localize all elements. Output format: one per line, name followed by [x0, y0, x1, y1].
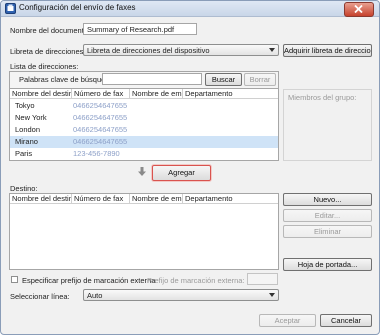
- row-name: Mirano: [15, 137, 38, 146]
- clear-button: Borrar: [244, 73, 276, 86]
- column-header-company-name[interactable]: Nombre de em...: [130, 194, 183, 204]
- column-header-department[interactable]: Departamento: [183, 194, 278, 204]
- prefix-checkbox-label: Especificar prefijo de marcación externa: [22, 276, 156, 285]
- address-row-paris[interactable]: Paris 123-456-7890: [10, 148, 278, 160]
- row-name: New York: [15, 113, 47, 122]
- column-header-company-name[interactable]: Nombre de em...: [130, 89, 183, 99]
- fax-app-icon: [5, 3, 16, 14]
- cover-sheet-button[interactable]: Hoja de portada...: [283, 258, 372, 271]
- prefix-checkbox[interactable]: [11, 276, 18, 283]
- search-input[interactable]: [102, 73, 202, 85]
- chevron-down-icon: [269, 48, 275, 52]
- prefix-field-label: Prefijo de marcación externa:: [147, 276, 245, 285]
- address-book-select[interactable]: Libreta de direcciones del dispositivo: [83, 44, 279, 56]
- line-selected: Auto: [87, 291, 103, 300]
- row-fax: 123-456-7890: [73, 149, 120, 158]
- delete-button: Eliminar: [283, 225, 372, 238]
- search-keyword-label: Palabras clave de búsqueda: [19, 75, 114, 84]
- accept-button: Aceptar: [259, 314, 316, 327]
- close-icon: [354, 5, 363, 13]
- line-label: Seleccionar línea:: [10, 292, 70, 301]
- document-name-label: Nombre del documento:: [10, 26, 91, 35]
- add-button[interactable]: Agregar: [152, 165, 211, 181]
- close-button[interactable]: [344, 2, 374, 17]
- column-header-destination-name[interactable]: Nombre del destino: [10, 194, 72, 204]
- group-members-box: Miembros del grupo:: [283, 89, 372, 161]
- chevron-down-icon: [269, 293, 275, 297]
- address-row-tokyo[interactable]: Tokyo 0466254647655: [10, 100, 278, 112]
- row-fax: 0466254647655: [73, 113, 128, 122]
- destination-label: Destino:: [10, 184, 38, 193]
- destination-table: Nombre del destino Número de fax Nombre …: [9, 193, 279, 270]
- get-address-book-button[interactable]: Adquirir libreta de direcciones: [283, 44, 372, 57]
- down-arrow-icon: [138, 167, 146, 176]
- line-select[interactable]: Auto: [83, 289, 279, 301]
- address-row-new-york[interactable]: New York 0466254647655: [10, 112, 278, 124]
- row-name: London: [15, 125, 41, 134]
- title-bar: Configuración del envío de faxes: [1, 1, 379, 17]
- address-row-london[interactable]: London 0466254647655: [10, 124, 278, 136]
- new-button[interactable]: Nuevo...: [283, 193, 372, 206]
- fax-settings-dialog: Configuración del envío de faxes Nombre …: [0, 0, 380, 335]
- address-row-mirano[interactable]: Mirano 0466254647655: [10, 136, 278, 148]
- column-header-fax-number[interactable]: Número de fax: [72, 194, 130, 204]
- row-fax: 0466254647655: [73, 101, 128, 110]
- address-book-label: Libreta de direcciones:: [10, 47, 86, 56]
- row-fax: 0466254647655: [73, 137, 128, 146]
- address-list-label: Lista de direcciones:: [10, 62, 79, 71]
- document-name-input[interactable]: Summary of Research.pdf: [83, 23, 197, 35]
- row-name: Tokyo: [15, 101, 35, 110]
- search-button[interactable]: Buscar: [205, 73, 242, 86]
- address-book-selected: Libreta de direcciones del dispositivo: [87, 46, 210, 55]
- prefix-input: [247, 273, 278, 285]
- column-header-destination-name[interactable]: Nombre del destino: [10, 89, 72, 99]
- group-members-label: Miembros del grupo:: [288, 93, 357, 102]
- column-header-department[interactable]: Departamento: [183, 89, 278, 99]
- edit-button: Editar...: [283, 209, 372, 222]
- window-title: Configuración del envío de faxes: [19, 3, 136, 12]
- address-list-panel: Palabras clave de búsqueda Buscar Borrar…: [9, 71, 279, 161]
- address-table: Nombre del destino Número de fax Nombre …: [10, 88, 278, 160]
- row-name: Paris: [15, 149, 33, 158]
- column-header-fax-number[interactable]: Número de fax: [72, 89, 130, 99]
- row-fax: 0466254647655: [73, 125, 128, 134]
- cancel-button[interactable]: Cancelar: [320, 314, 372, 327]
